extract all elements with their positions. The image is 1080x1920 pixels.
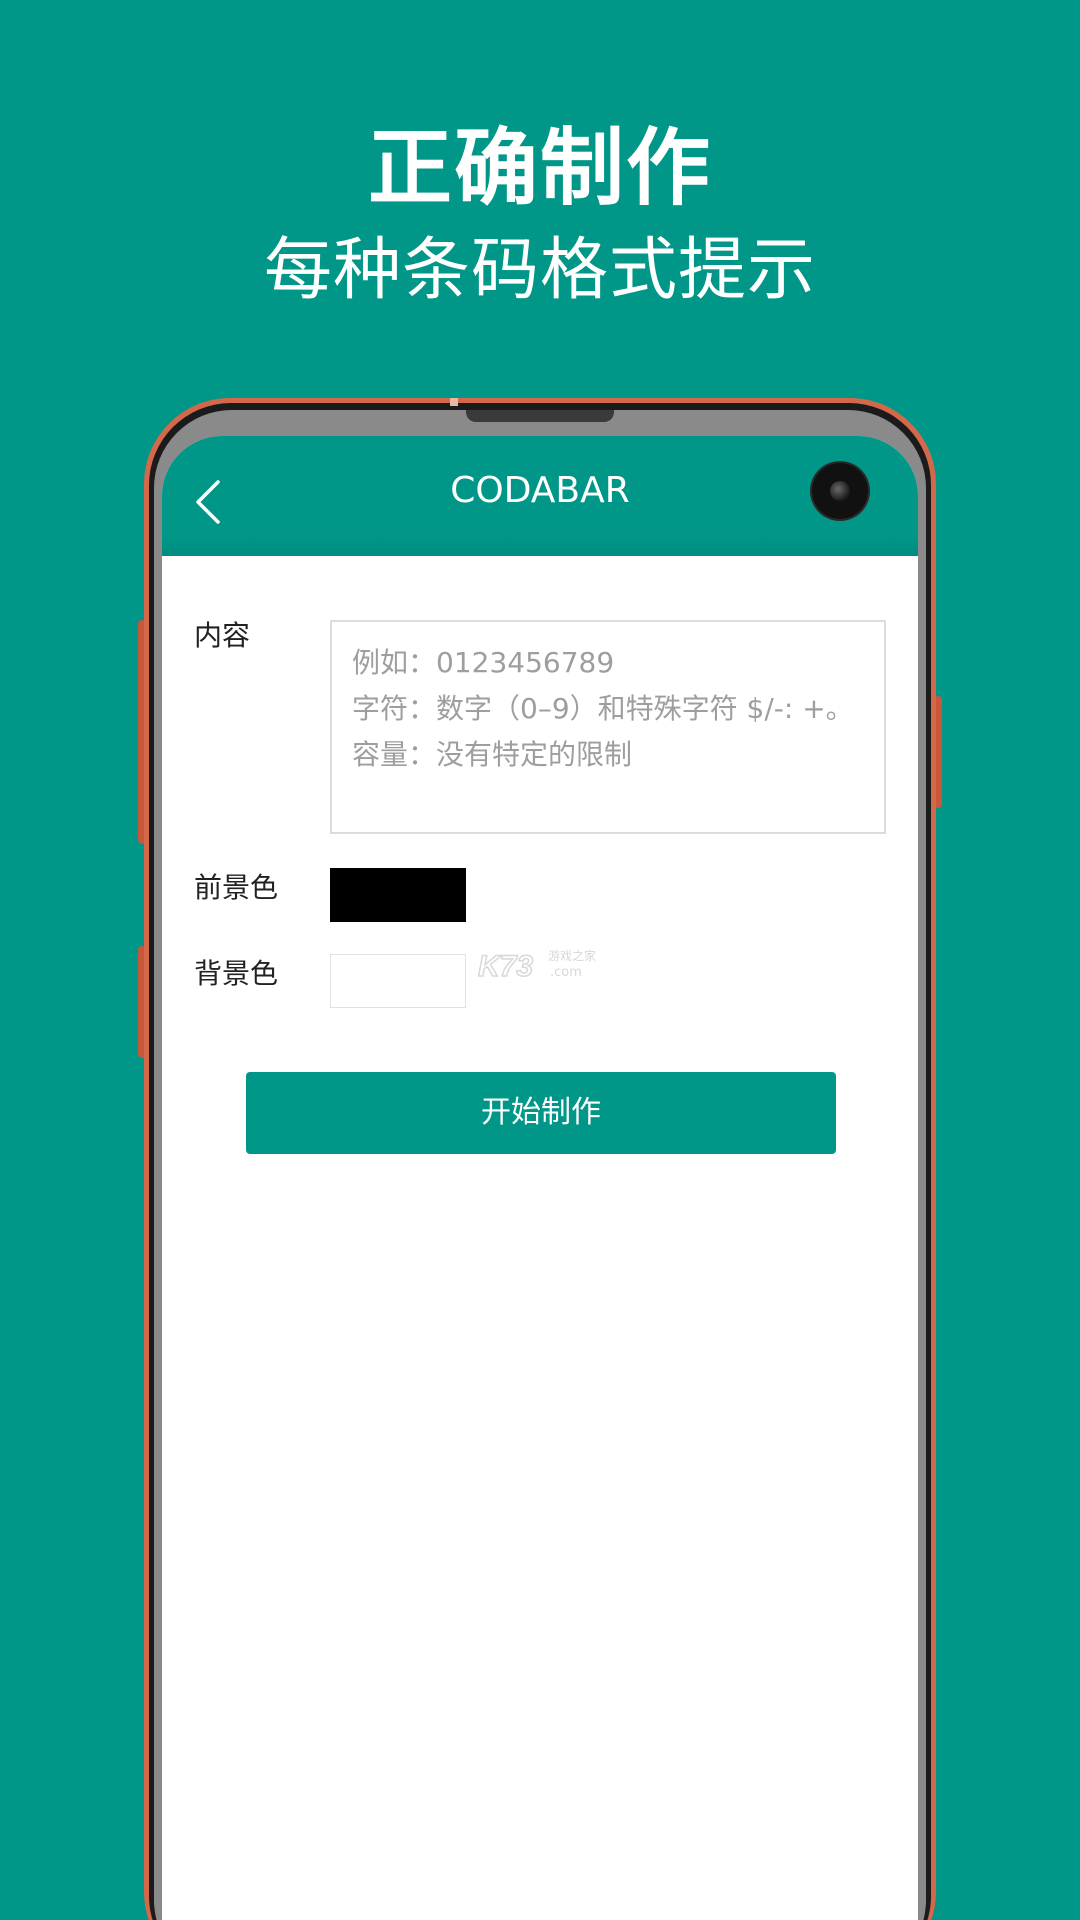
watermark-cn-text: 游戏之家 bbox=[548, 948, 596, 963]
background-color-label: 背景色 bbox=[194, 957, 279, 990]
content-hint-capacity: 容量：没有特定的限制 bbox=[352, 738, 633, 771]
phone-screen: CODABAR 内容 例如：0123456789 字符：数字（0–9）和特殊字符… bbox=[162, 436, 918, 1920]
content-label: 内容 bbox=[194, 619, 251, 652]
content-hint-charset: 字符：数字（0–9）和特殊字符 $/-: +。 bbox=[352, 692, 854, 725]
watermark-domain-text: .com bbox=[550, 965, 582, 980]
app-title: CODABAR bbox=[450, 470, 630, 511]
watermark-logo-text: K73 bbox=[478, 950, 533, 983]
foreground-color-label: 前景色 bbox=[194, 871, 279, 904]
app-bar-shadow bbox=[162, 536, 918, 556]
promo-page: 正确制作 每种条码格式提示 CODABAR 内容 例如：0123456789 字… bbox=[0, 0, 1080, 1920]
k73-watermark-logo: K73 游戏之家 .com bbox=[478, 948, 596, 984]
promo-subheadline: 每种条码格式提示 bbox=[263, 231, 816, 310]
front-camera-icon bbox=[812, 463, 868, 519]
promo-headline: 正确制作 bbox=[367, 119, 712, 217]
app-bar: CODABAR bbox=[162, 436, 918, 556]
background-color-swatch[interactable] bbox=[330, 954, 466, 1008]
foreground-color-swatch[interactable] bbox=[330, 868, 466, 922]
start-create-button[interactable]: 开始制作 bbox=[246, 1072, 836, 1154]
phone-earpiece bbox=[466, 410, 614, 422]
content-input[interactable]: 例如：0123456789 字符：数字（0–9）和特殊字符 $/-: +。 容量… bbox=[330, 620, 886, 834]
phone-antenna-seam bbox=[450, 398, 458, 406]
content-hint-example: 例如：0123456789 bbox=[352, 646, 615, 679]
camera-lens bbox=[830, 481, 850, 501]
